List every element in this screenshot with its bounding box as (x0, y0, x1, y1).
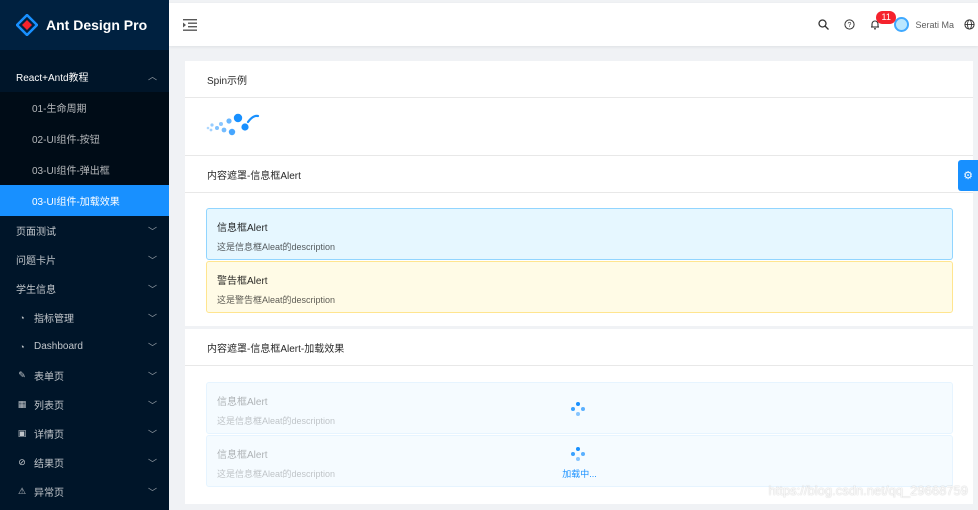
sidebar-item-list[interactable]: ▦ 列表页 ﹀ (0, 390, 169, 419)
chevron-down-icon: ﹀ (147, 342, 157, 352)
sidebar-item-label: 页面测试 (16, 227, 56, 238)
sidebar-group-react-antd[interactable]: React+Antd教程 ︿ (0, 60, 169, 92)
profile-icon: ▣ (17, 428, 27, 438)
alert-description: 这是警告框Aleat的description (217, 295, 336, 305)
sidebar-item-label: 详情页 (34, 430, 64, 441)
second-alert-loading: 信息框Alert 这是信息框Aleat的description 加载中... (206, 435, 953, 487)
sidebar-item-spin[interactable]: 03-UI组件-加载效果 (0, 185, 169, 216)
spin-dots-icon (571, 402, 585, 416)
sidebar-item-label: Dashboard (34, 341, 83, 352)
setting-drawer-button[interactable]: ⚙ (958, 160, 978, 191)
sidebar-item-dashboard[interactable]: ◔ Dashboard ﹀ (0, 332, 169, 361)
sidebar-item-metrics[interactable]: ◔ 指标管理 ﹀ (0, 303, 169, 332)
warning-icon: ⚠ (17, 486, 27, 496)
alert-description: 这是信息框Aleat的description (217, 242, 336, 252)
card-title: 内容遮罩-信息框Alert-加载效果 (185, 329, 973, 366)
sidebar-menu: React+Antd教程 ︿ 01-生命周期 02-UI组件-按钮 03-UI组… (0, 50, 169, 506)
sidebar-item-question-card[interactable]: 问题卡片 ﹀ (0, 245, 169, 274)
chevron-down-icon: ﹀ (147, 458, 157, 468)
sidebar-item-profile[interactable]: ▣ 详情页 ﹀ (0, 419, 169, 448)
chevron-down-icon: ﹀ (147, 284, 157, 294)
spin-dots-icon (571, 447, 585, 461)
menu-fold-icon[interactable] (183, 18, 197, 31)
sidebar: Ant Design Pro React+Antd教程 ︿ 01-生命周期 02… (0, 0, 169, 510)
chevron-down-icon: ﹀ (147, 226, 157, 236)
sidebar-group-label: React+Antd教程 (16, 72, 89, 84)
sidebar-item-label: 列表页 (34, 401, 64, 412)
alert-card: 内容遮罩-信息框Alert 信息框Alert 这是信息框Aleat的descri… (185, 155, 973, 326)
sidebar-item-lifecycle[interactable]: 01-生命周期 (0, 92, 169, 123)
question-circle-icon[interactable]: ? (836, 3, 862, 46)
sidebar-item-label: 03-UI组件-加载效果 (32, 197, 120, 208)
global-header: ? 11 Serati Ma (169, 3, 978, 46)
chevron-down-icon: ﹀ (147, 487, 157, 497)
check-circle-icon: ⊘ (18, 457, 26, 467)
avatar (894, 17, 910, 32)
warning-alert: 警告框Alert 这是警告框Aleat的description (206, 261, 953, 313)
chevron-down-icon: ﹀ (147, 255, 157, 265)
sidebar-item-exception[interactable]: ⚠ 异常页 ﹀ (0, 477, 169, 506)
sidebar-item-label: 结果页 (34, 459, 64, 470)
header-right: ? 11 Serati Ma (810, 3, 978, 46)
sidebar-submenu: 01-生命周期 02-UI组件-按钮 03-UI组件-弹出框 03-UI组件-加… (0, 92, 169, 216)
sidebar-item-modal[interactable]: 03-UI组件-弹出框 (0, 154, 169, 185)
globe-icon[interactable] (960, 3, 978, 46)
form-icon: ✎ (18, 370, 26, 380)
alert-loading-card: 内容遮罩-信息框Alert-加载效果 信息框Alert 这是信息框Aleat的d… (185, 329, 973, 504)
watermark: https://blog.csdn.net/qq_29668759 (768, 483, 969, 498)
chevron-down-icon: ﹀ (147, 429, 157, 439)
sidebar-item-label: 指标管理 (34, 314, 74, 325)
search-icon[interactable] (810, 3, 836, 46)
sidebar-item-label: 01-生命周期 (32, 104, 87, 115)
sidebar-item-form[interactable]: ✎ 表单页 ﹀ (0, 361, 169, 390)
loading-text: 加载中... (562, 469, 597, 479)
table-icon: ▦ (17, 399, 27, 409)
logo[interactable]: Ant Design Pro (0, 0, 169, 50)
chevron-down-icon: ﹀ (147, 313, 157, 323)
spin-indicator (206, 113, 260, 136)
ant-logo-icon (16, 14, 38, 36)
sidebar-item-label: 02-UI组件-按钮 (32, 135, 100, 146)
sidebar-item-button[interactable]: 02-UI组件-按钮 (0, 123, 169, 154)
chevron-down-icon: ﹀ (147, 400, 157, 410)
notification-badge: 11 (876, 11, 896, 24)
dashboard-icon: ◔ (19, 312, 25, 323)
info-alert-loading: 信息框Alert 这是信息框Aleat的description (206, 382, 953, 434)
user-dropdown[interactable]: Serati Ma (888, 3, 960, 46)
chevron-up-icon: ︿ (147, 71, 157, 82)
sidebar-item-page-test[interactable]: 页面测试 ﹀ (0, 216, 169, 245)
user-name: Serati Ma (915, 19, 954, 30)
sidebar-item-student[interactable]: 学生信息 ﹀ (0, 274, 169, 303)
info-alert: 信息框Alert 这是信息框Aleat的description (206, 208, 953, 260)
sidebar-item-label: 03-UI组件-弹出框 (32, 166, 110, 177)
card-title: 内容遮罩-信息框Alert (185, 156, 973, 193)
sidebar-item-label: 问题卡片 (16, 256, 56, 267)
sidebar-item-label: 异常页 (34, 488, 64, 499)
sidebar-item-label: 表单页 (34, 372, 64, 383)
sidebar-item-label: 学生信息 (16, 285, 56, 296)
chevron-down-icon: ﹀ (147, 371, 157, 381)
gear-icon: ⚙ (963, 170, 973, 182)
dashboard-icon: ◔ (19, 341, 25, 352)
app-title: Ant Design Pro (46, 17, 148, 33)
card-title: Spin示例 (185, 61, 973, 98)
notification-bell-icon[interactable]: 11 (862, 3, 896, 46)
alert-message: 警告框Alert (217, 276, 268, 287)
alert-message: 信息框Alert (217, 223, 268, 234)
spin-card: Spin示例 (185, 61, 973, 155)
sidebar-item-result[interactable]: ⊘ 结果页 ﹀ (0, 448, 169, 477)
svg-text:?: ? (848, 22, 852, 29)
